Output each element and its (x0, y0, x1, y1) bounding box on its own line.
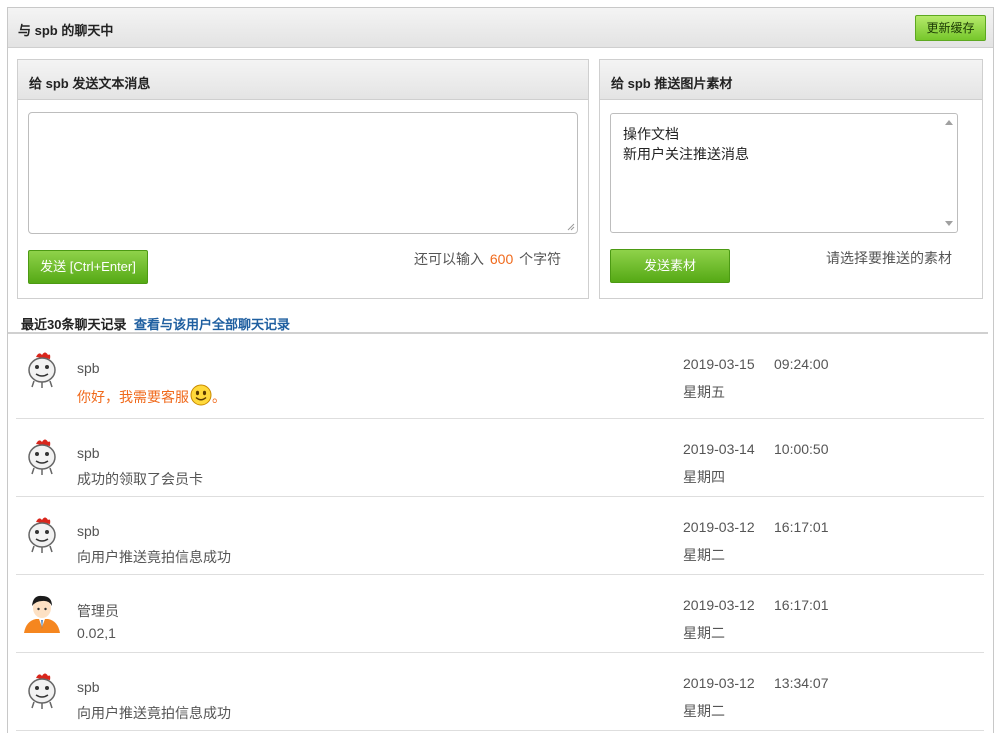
header-bar: 与 spb 的聊天中 更新缓存 (8, 8, 993, 48)
select-material-hint: 请选择要推送的素材 (826, 250, 952, 266)
message-time: 13:34:07 (774, 675, 829, 691)
text-panel-title: 给 spb 发送文本消息 (18, 60, 588, 100)
listbox-scrollbar[interactable] (941, 114, 957, 232)
material-listbox[interactable]: 操作文档 新用户关注推送消息 (610, 113, 958, 233)
message-date: 2019-03-15 (683, 356, 755, 372)
sender-name: spb (77, 523, 100, 539)
message-text: 你好，我需要客服 。 (77, 384, 226, 407)
message-weekday: 星期二 (683, 625, 725, 641)
smiley-icon (190, 384, 212, 406)
message-row: spb 成功的领取了会员卡 2019-03-14 10:00:50 星期四 (16, 419, 984, 497)
message-weekday: 星期二 (683, 703, 725, 719)
message-text-tail: 。 (212, 389, 226, 405)
send-material-button[interactable]: 发送素材 (610, 249, 730, 283)
message-text: 向用户推送竟拍信息成功 (77, 549, 231, 565)
scroll-down-arrow-icon[interactable] (945, 221, 953, 226)
send-text-button[interactable]: 发送 [Ctrl+Enter] (28, 250, 148, 284)
message-time: 10:00:50 (774, 441, 829, 457)
message-text-body: 你好，我需要客服 (77, 389, 189, 405)
message-row: spb 向用户推送竟拍信息成功 2019-03-12 16:17:01 星期二 (16, 497, 984, 575)
image-material-panel: 给 spb 推送图片素材 操作文档 新用户关注推送消息 发送素材 请选择要推送的… (599, 59, 983, 299)
sender-name: spb (77, 679, 100, 695)
chat-window: 与 spb 的聊天中 更新缓存 给 spb 发送文本消息 发送 [Ctrl+En… (7, 7, 994, 733)
chicken-avatar-icon (28, 517, 56, 553)
sender-name: spb (77, 360, 100, 376)
message-time: 16:17:01 (774, 597, 829, 613)
message-weekday: 星期二 (683, 547, 725, 563)
scroll-up-arrow-icon[interactable] (945, 120, 953, 125)
tab-recent-history[interactable]: 最近30条聊天记录 (21, 314, 126, 333)
sender-name: spb (77, 445, 100, 461)
page-title: 与 spb 的聊天中 (18, 23, 114, 38)
char-remaining: 还可以输入 600 个字符 (414, 249, 561, 269)
image-panel-title: 给 spb 推送图片素材 (600, 60, 982, 100)
chicken-avatar-icon (28, 439, 56, 475)
chicken-avatar-icon (28, 673, 56, 709)
resize-grip-icon[interactable] (567, 223, 575, 231)
char-remaining-prefix: 还可以输入 (414, 251, 484, 267)
message-weekday: 星期四 (683, 469, 725, 485)
chicken-avatar-icon (28, 352, 56, 388)
message-date: 2019-03-12 (683, 597, 755, 613)
char-remaining-count: 600 (489, 251, 514, 267)
material-option[interactable]: 操作文档 (623, 124, 957, 144)
message-weekday: 星期五 (683, 384, 725, 400)
history-tabs: 最近30条聊天记录 查看与该用户全部聊天记录 (8, 310, 988, 334)
message-text: 0.02,1 (77, 625, 116, 641)
message-time: 16:17:01 (774, 519, 829, 535)
refresh-cache-button[interactable]: 更新缓存 (915, 15, 986, 41)
text-message-panel: 给 spb 发送文本消息 发送 [Ctrl+Enter] 还可以输入 600 个… (17, 59, 589, 299)
char-remaining-suffix: 个字符 (519, 251, 562, 267)
message-time: 09:24:00 (774, 356, 829, 372)
sender-name: 管理员 (77, 603, 119, 619)
message-row: 管理员 0.02,1 2019-03-12 16:17:01 星期二 (16, 575, 984, 653)
admin-avatar-icon (24, 595, 60, 633)
tab-all-history-link[interactable]: 查看与该用户全部聊天记录 (134, 314, 290, 333)
material-option[interactable]: 新用户关注推送消息 (623, 144, 957, 164)
message-date: 2019-03-12 (683, 675, 755, 691)
message-row: spb 向用户推送竟拍信息成功 2019-03-12 13:34:07 星期二 (16, 653, 984, 731)
message-text: 成功的领取了会员卡 (77, 471, 203, 487)
message-textarea[interactable] (28, 112, 578, 234)
message-text: 向用户推送竟拍信息成功 (77, 705, 231, 721)
message-date: 2019-03-12 (683, 519, 755, 535)
message-row: spb 你好，我需要客服 。 2019-03-15 09:24:00 星期五 (16, 336, 984, 419)
message-date: 2019-03-14 (683, 441, 755, 457)
